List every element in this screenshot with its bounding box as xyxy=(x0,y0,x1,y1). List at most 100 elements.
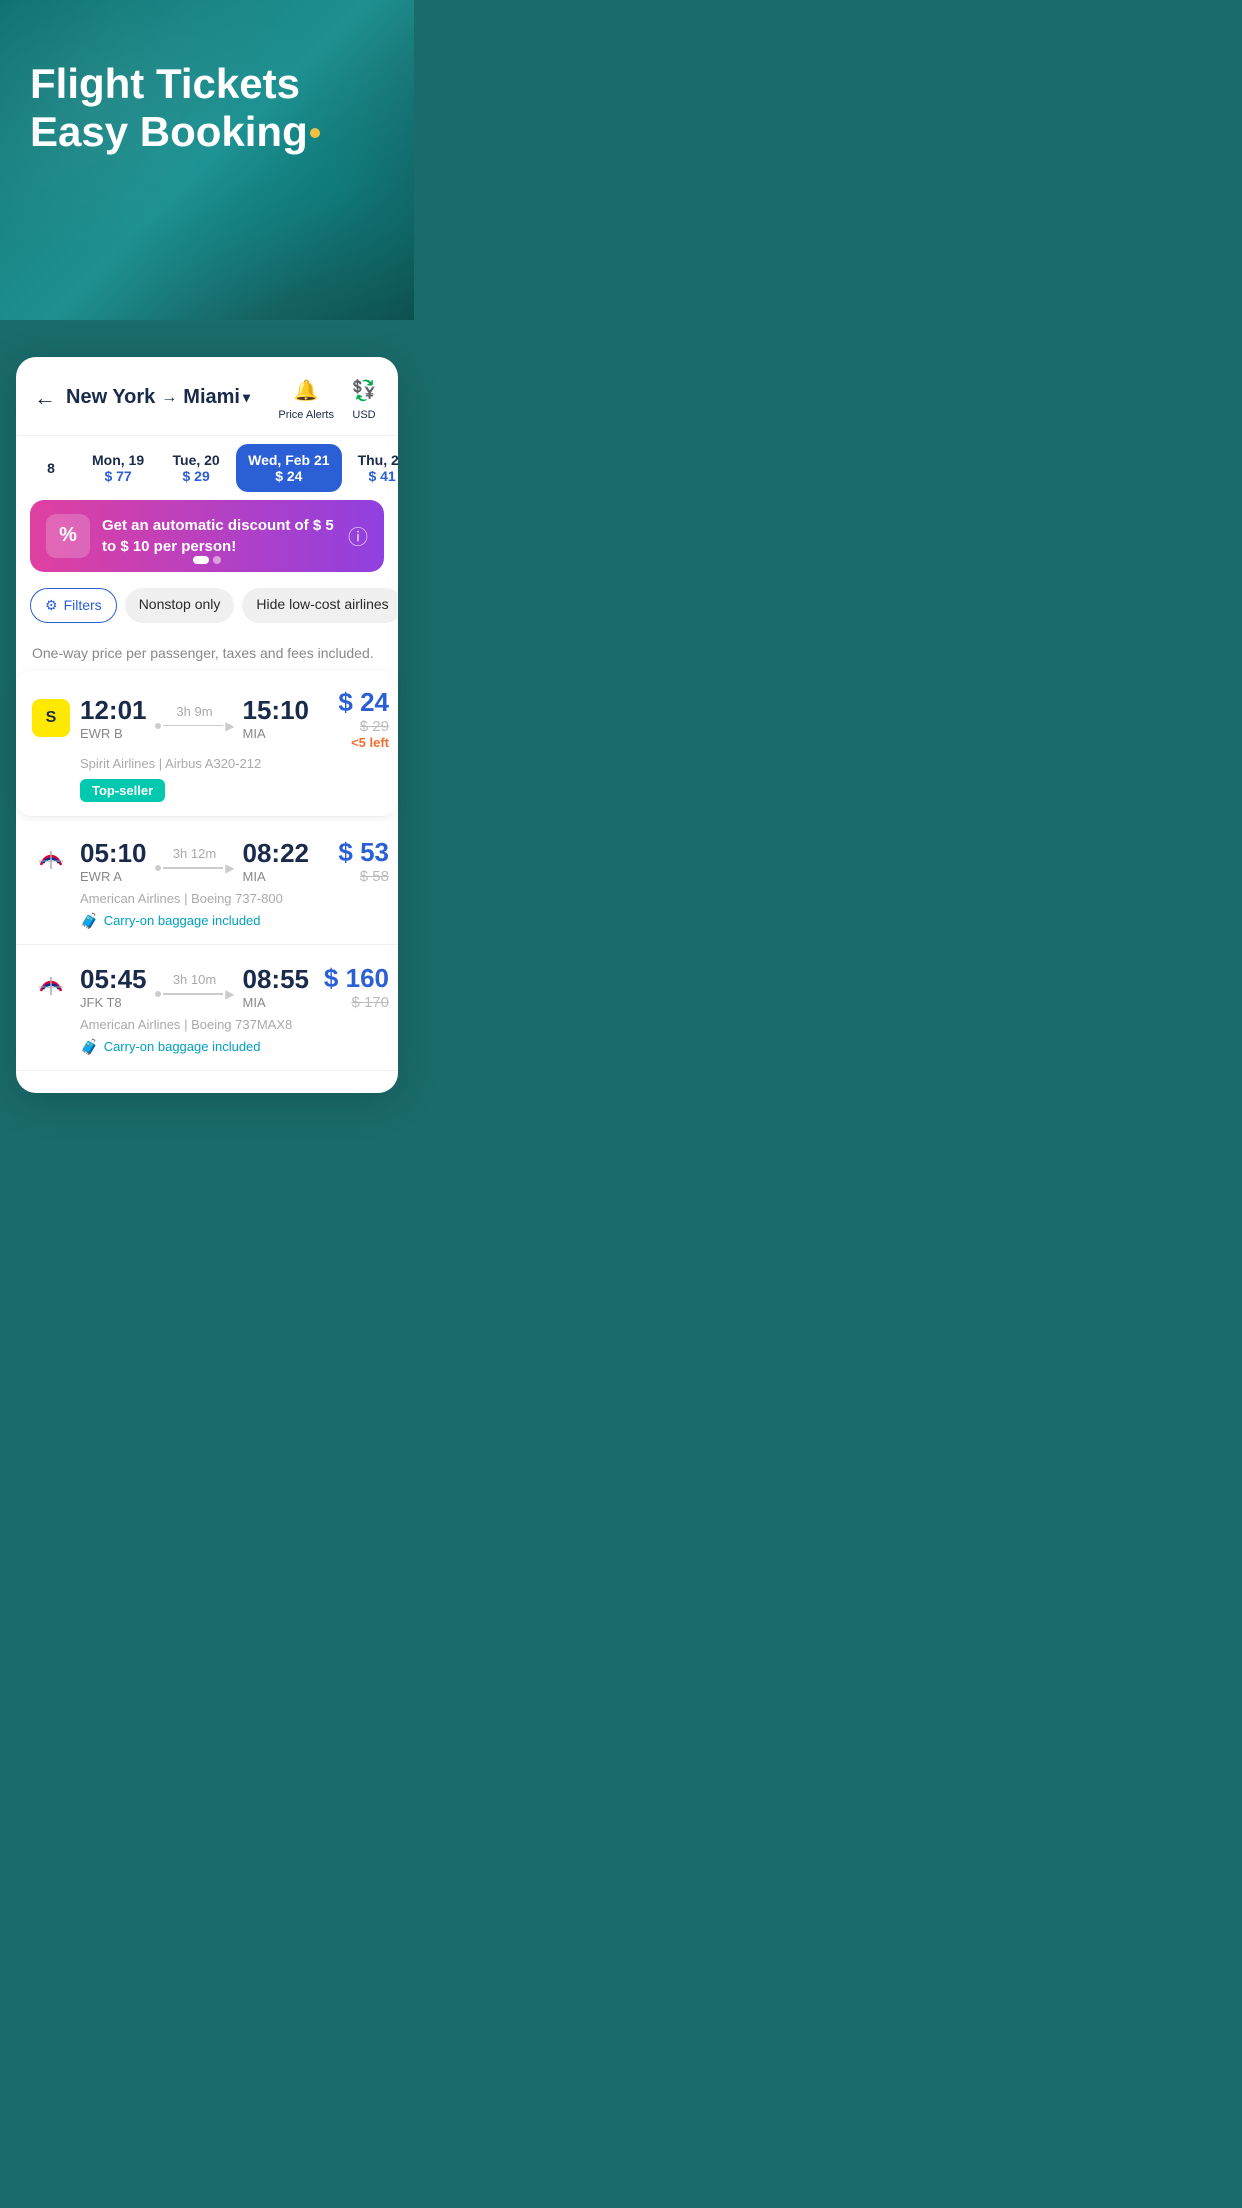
price-alerts-button[interactable]: 🔔 Price Alerts xyxy=(278,375,334,421)
filter-chips: ⚙ Filters Nonstop only Hide low-cost air… xyxy=(16,584,398,635)
arrow-icon-3: ▶ xyxy=(225,987,234,1001)
departure-time-2: 05:10 xyxy=(80,838,147,869)
currency-button[interactable]: 💱 USD xyxy=(348,375,380,421)
price-alerts-label: Price Alerts xyxy=(278,409,334,421)
discount-text: Get an automatic discount of $ 5 to $ 10… xyxy=(102,515,336,557)
line-dot-start-2 xyxy=(155,865,161,871)
price-block-2: $ 53 $ 58 xyxy=(319,837,389,885)
duration-block-2: 3h 12m ▶ xyxy=(155,846,235,875)
flight-details-2: American Airlines | Boeing 737-800 xyxy=(32,891,382,906)
arrival-airport-2: MIA xyxy=(243,869,310,884)
flight-card-2[interactable]: 05:10 EWR A 3h 12m ▶ 08:22 MIA $ xyxy=(16,821,398,945)
arrow-icon: ▶ xyxy=(225,719,234,733)
destination-chevron-icon[interactable]: ▾ xyxy=(243,389,250,406)
currency-label: USD xyxy=(352,409,375,421)
hero-dot xyxy=(310,128,320,138)
departure-time-1: 12:01 xyxy=(80,695,147,726)
flight-card-1[interactable]: S 12:01 EWR B 3h 9m ▶ 15:10 MIA xyxy=(16,671,398,817)
bell-icon: 🔔 xyxy=(290,375,322,407)
line-seg-2 xyxy=(163,867,224,869)
departure-airport-3: JFK T8 xyxy=(80,995,147,1010)
top-seller-badge: Top-seller xyxy=(80,779,165,802)
flight-times-2: 05:10 EWR A 3h 12m ▶ 08:22 MIA xyxy=(80,838,309,884)
flight-card-3[interactable]: 05:45 JFK T8 3h 10m ▶ 08:55 MIA $ xyxy=(16,947,398,1071)
route-display: New York → Miami ▾ xyxy=(66,386,278,409)
header-actions: 🔔 Price Alerts 💱 USD xyxy=(278,375,380,421)
back-button[interactable]: ← xyxy=(34,385,56,411)
seats-left-1: <5 left xyxy=(319,735,389,750)
banner-dots xyxy=(193,556,221,564)
departure-time-3: 05:45 xyxy=(80,964,147,995)
price-main-1: $ 24 xyxy=(319,687,389,718)
departure-block-1: 12:01 EWR B xyxy=(80,695,147,741)
filters-label: Filters xyxy=(64,597,102,613)
price-old-1: $ 29 xyxy=(319,718,389,735)
discount-icon: % xyxy=(46,514,90,558)
filters-icon: ⚙ xyxy=(45,597,58,614)
flight-times-3: 05:45 JFK T8 3h 10m ▶ 08:55 MIA xyxy=(80,964,309,1010)
flight-details-1: Spirit Airlines | Airbus A320-212 xyxy=(32,756,382,771)
price-main-3: $ 160 xyxy=(319,963,389,994)
currency-icon: 💱 xyxy=(348,375,380,407)
spirit-airline-logo: S xyxy=(32,699,70,737)
line-seg xyxy=(163,725,224,727)
carry-on-row-3: 🧳 Carry-on baggage included xyxy=(32,1038,382,1056)
departure-block-3: 05:45 JFK T8 xyxy=(80,964,147,1010)
carry-on-row-2: 🧳 Carry-on baggage included xyxy=(32,912,382,930)
arrival-airport-3: MIA xyxy=(243,995,310,1010)
duration-label-1: 3h 9m xyxy=(176,704,212,719)
arrival-block-2: 08:22 MIA xyxy=(243,838,310,884)
flight-details-3: American Airlines | Boeing 737MAX8 xyxy=(32,1017,382,1032)
line-dot-start-3 xyxy=(155,991,161,997)
arrival-time-3: 08:55 xyxy=(243,964,310,995)
arrival-block-3: 08:55 MIA xyxy=(243,964,310,1010)
arrival-airport-1: MIA xyxy=(243,726,310,741)
date-tab-mon19[interactable]: Mon, 19 $ 77 xyxy=(80,444,156,492)
arrow-icon-2: ▶ xyxy=(225,861,234,875)
duration-block-1: 3h 9m ▶ xyxy=(155,704,235,733)
date-tabs: 8 Mon, 19 $ 77 Tue, 20 $ 29 Wed, Feb 21 … xyxy=(16,436,398,500)
origin-city: New York xyxy=(66,386,155,409)
date-tab-partial-left[interactable]: 8 xyxy=(26,444,76,492)
date-tab-wed21[interactable]: Wed, Feb 21 $ 24 xyxy=(236,444,341,492)
destination-city: Miami ▾ xyxy=(183,386,250,409)
line-seg-3 xyxy=(163,993,224,995)
bag-icon-2: 🧳 xyxy=(80,912,99,930)
banner-dot-2 xyxy=(213,556,221,564)
duration-label-2: 3h 12m xyxy=(173,846,216,861)
flight-line-2: ▶ xyxy=(155,861,235,875)
carry-on-label-2: Carry-on baggage included xyxy=(104,913,261,928)
flight-row-1: S 12:01 EWR B 3h 9m ▶ 15:10 MIA xyxy=(32,687,382,750)
price-block-3: $ 160 $ 170 xyxy=(319,963,389,1011)
arrival-time-2: 08:22 xyxy=(243,838,310,869)
route-arrow: → xyxy=(161,389,177,407)
info-icon[interactable]: ⓘ xyxy=(348,521,368,550)
date-tab-thu22[interactable]: Thu, 22 $ 41 xyxy=(346,444,398,492)
filters-button[interactable]: ⚙ Filters xyxy=(30,588,117,623)
carry-on-label-3: Carry-on baggage included xyxy=(104,1039,261,1054)
card-header: ← New York → Miami ▾ 🔔 Price Alerts 💱 US… xyxy=(16,357,398,436)
hero-title: Flight Tickets Easy Booking xyxy=(0,0,414,177)
arrival-block-1: 15:10 MIA xyxy=(243,695,310,741)
american-logo-svg xyxy=(33,843,69,879)
departure-block-2: 05:10 EWR A xyxy=(80,838,147,884)
american-logo-svg-3 xyxy=(33,969,69,1005)
flight-row-3: 05:45 JFK T8 3h 10m ▶ 08:55 MIA $ xyxy=(32,963,382,1011)
bag-icon-3: 🧳 xyxy=(80,1038,99,1056)
price-old-3: $ 170 xyxy=(319,994,389,1011)
flight-row-2: 05:10 EWR A 3h 12m ▶ 08:22 MIA $ xyxy=(32,837,382,885)
departure-airport-1: EWR B xyxy=(80,726,147,741)
date-tab-tue20[interactable]: Tue, 20 $ 29 xyxy=(160,444,232,492)
nonstop-only-chip[interactable]: Nonstop only xyxy=(125,588,235,623)
duration-label-3: 3h 10m xyxy=(173,972,216,987)
flight-line-3: ▶ xyxy=(155,987,235,1001)
banner-dot-1 xyxy=(193,556,209,564)
line-dot-start xyxy=(155,723,161,729)
main-card: ← New York → Miami ▾ 🔔 Price Alerts 💱 US… xyxy=(16,357,398,1093)
american-airline-logo-2 xyxy=(32,842,70,880)
arrival-time-1: 15:10 xyxy=(243,695,310,726)
hide-low-cost-chip[interactable]: Hide low-cost airlines xyxy=(242,588,398,623)
price-old-2: $ 58 xyxy=(319,868,389,885)
discount-banner[interactable]: % Get an automatic discount of $ 5 to $ … xyxy=(30,500,384,572)
note-text: One-way price per passenger, taxes and f… xyxy=(16,635,398,671)
